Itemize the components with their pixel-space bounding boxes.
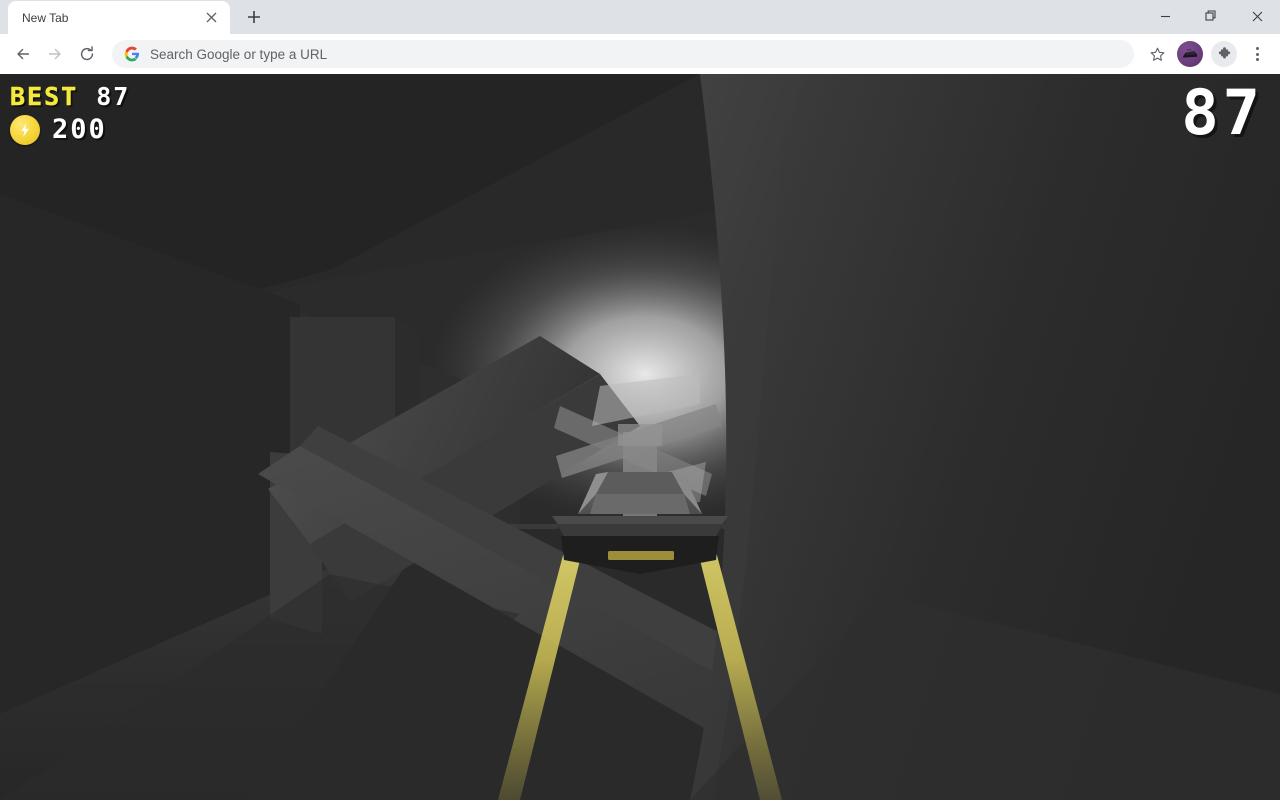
menu-dots xyxy=(1255,47,1259,61)
close-icon[interactable] xyxy=(202,9,220,27)
browser-window: New Tab Search Google or type a URL BEST… xyxy=(0,0,1280,800)
forward-arrow-icon[interactable] xyxy=(40,39,70,69)
browser-toolbar: Search Google or type a URL xyxy=(0,34,1280,74)
minimize-icon[interactable] xyxy=(1142,0,1188,32)
reload-icon[interactable] xyxy=(72,39,102,69)
three-dot-menu-icon[interactable] xyxy=(1242,39,1272,69)
tab-strip: New Tab xyxy=(0,0,1280,34)
ship-underglow xyxy=(608,551,674,560)
google-g-icon xyxy=(124,46,140,62)
new-tab-button[interactable] xyxy=(240,3,268,31)
omnibox[interactable]: Search Google or type a URL xyxy=(112,40,1134,68)
puzzle-piece-icon[interactable] xyxy=(1211,41,1237,67)
tab-new-tab[interactable]: New Tab xyxy=(8,1,230,34)
close-icon[interactable] xyxy=(1234,0,1280,32)
window-controls xyxy=(1142,0,1280,32)
search-input[interactable]: Search Google or type a URL xyxy=(150,47,327,62)
profile-avatar[interactable] xyxy=(1177,41,1203,67)
maximize-icon[interactable] xyxy=(1188,0,1234,32)
game-scene xyxy=(0,74,1280,800)
tab-title: New Tab xyxy=(22,10,69,25)
back-arrow-icon[interactable] xyxy=(8,39,38,69)
star-icon[interactable] xyxy=(1142,39,1172,69)
game-canvas[interactable]: BEST 87 200 87 xyxy=(0,74,1280,800)
